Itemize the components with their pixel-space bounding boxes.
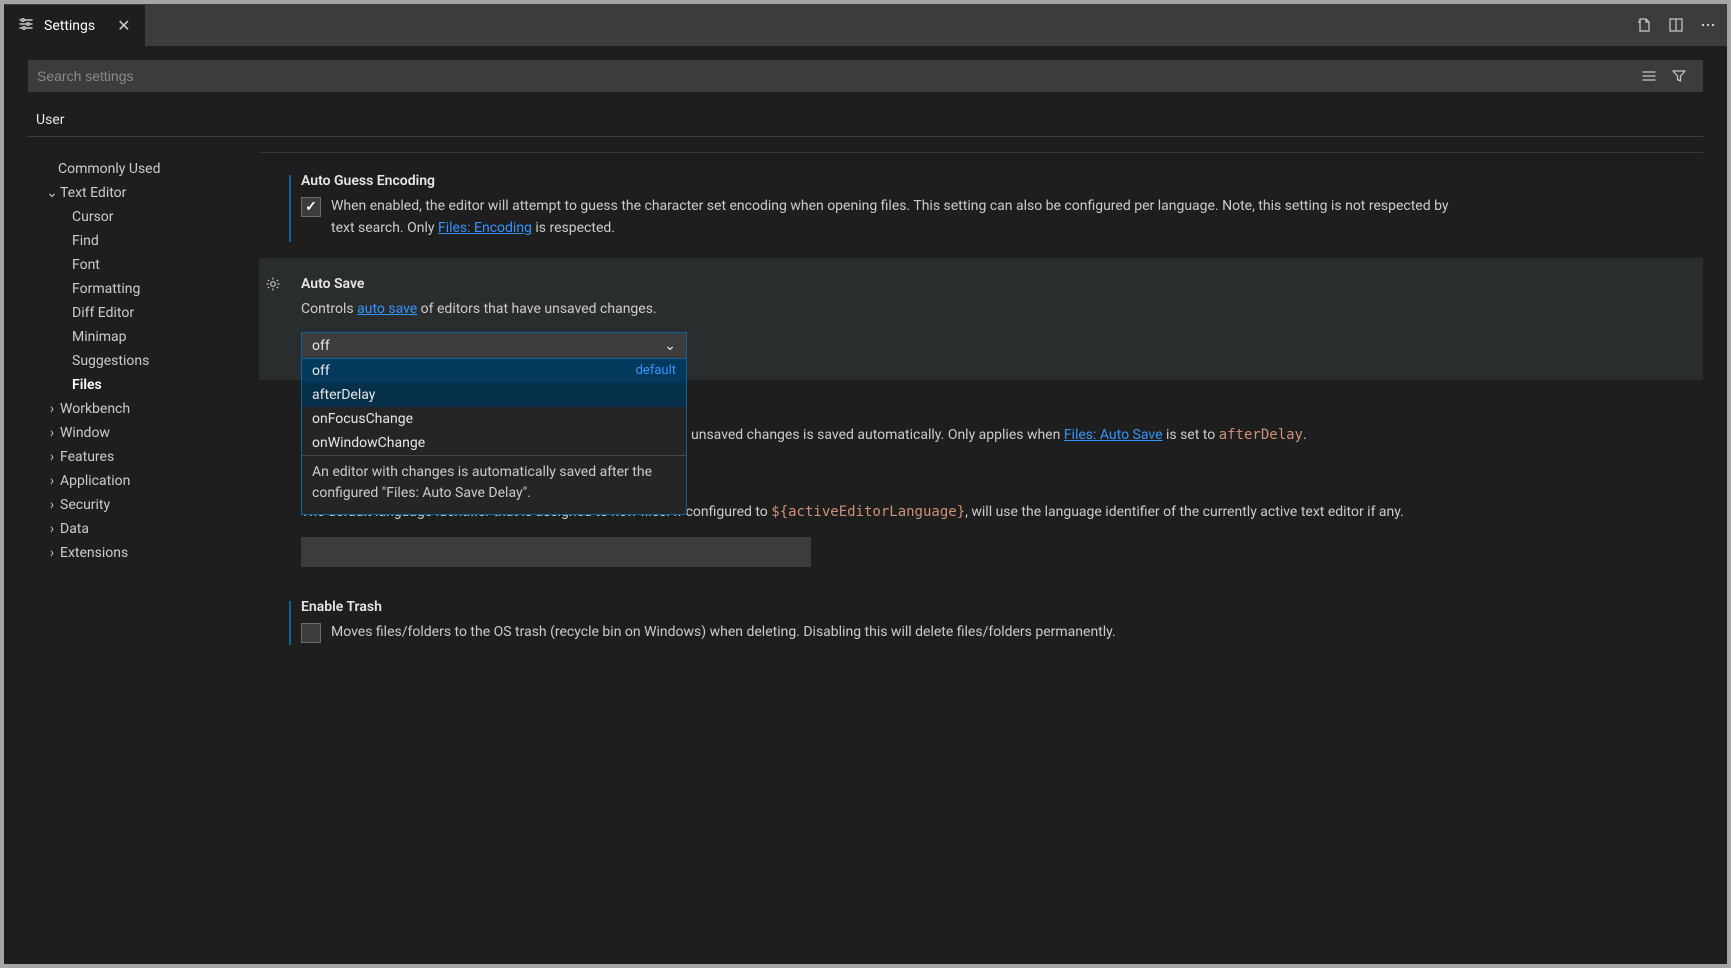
titlebar: Settings ✕ [4,4,1727,46]
sidebar-item-security[interactable]: ›Security [28,493,258,517]
setting-auto-save: Auto Save Controls auto save of editors … [259,258,1703,380]
chevron-right-icon: › [46,401,58,417]
default-tag: default [636,363,676,379]
auto-save-option-on-focus-change[interactable]: onFocusChange [302,407,686,431]
auto-save-select[interactable]: off ⌄ [301,332,687,360]
chevron-right-icon: › [46,545,58,561]
setting-title: Enable Trash [301,599,1675,615]
setting-title: Auto Guess Encoding [301,173,1675,189]
sidebar-item-files[interactable]: Files [28,373,258,397]
open-settings-json-button[interactable] [1633,14,1655,36]
search-settings-input[interactable] [37,68,1638,84]
chevron-down-icon: ⌄ [46,185,58,201]
close-tab-button[interactable]: ✕ [111,16,136,35]
auto-save-dropdown: off default afterDelay onFocusChange onW… [301,358,687,515]
sidebar-item-features[interactable]: ›Features [28,445,258,469]
files-auto-save-link[interactable]: Files: Auto Save [1064,427,1163,443]
setting-description: Controls auto save of editors that have … [301,298,1421,320]
sidebar-item-extensions[interactable]: ›Extensions [28,541,258,565]
sidebar-item-application[interactable]: ›Application [28,469,258,493]
sidebar-item-find[interactable]: Find [28,229,258,253]
more-actions-button[interactable] [1697,14,1719,36]
scope-tab-user[interactable]: User [34,106,66,137]
setting-title: Auto Save [301,276,1675,292]
settings-tab[interactable]: Settings ✕ [4,4,145,46]
settings-sidebar: Commonly Used ⌄Text Editor Cursor Find F… [28,151,258,964]
filter-settings-button[interactable] [1668,65,1690,87]
setting-enable-trash: Enable Trash Moves files/folders to the … [259,585,1703,661]
tab-title: Settings [44,18,101,34]
chevron-right-icon: › [46,497,58,513]
setting-auto-guess-encoding: Auto Guess Encoding When enabled, the ed… [259,159,1703,258]
chevron-right-icon: › [46,425,58,441]
clear-search-button[interactable] [1638,65,1660,87]
auto-save-option-description: An editor with changes is automatically … [302,456,686,514]
enable-trash-checkbox[interactable] [301,623,321,643]
search-settings-input-wrap [28,60,1703,92]
chevron-right-icon: › [46,449,58,465]
setting-description: Moves files/folders to the OS trash (rec… [331,621,1116,643]
auto-save-option-off[interactable]: off default [302,359,686,383]
sidebar-item-commonly-used[interactable]: Commonly Used [28,157,258,181]
chevron-right-icon: › [46,473,58,489]
sidebar-item-workbench[interactable]: ›Workbench [28,397,258,421]
sidebar-item-formatting[interactable]: Formatting [28,277,258,301]
auto-save-option-on-window-change[interactable]: onWindowChange [302,431,686,455]
auto-save-option-after-delay[interactable]: afterDelay [302,383,686,407]
settings-tab-icon [18,16,34,36]
files-encoding-link[interactable]: Files: Encoding [438,220,532,236]
sidebar-item-diff-editor[interactable]: Diff Editor [28,301,258,325]
chevron-right-icon: › [46,521,58,537]
sidebar-item-text-editor[interactable]: ⌄Text Editor [28,181,258,205]
auto-guess-encoding-checkbox[interactable] [301,197,321,217]
sidebar-item-data[interactable]: ›Data [28,517,258,541]
auto-save-link[interactable]: auto save [357,301,417,317]
sidebar-item-window[interactable]: ›Window [28,421,258,445]
split-editor-button[interactable] [1665,14,1687,36]
setting-description: When enabled, the editor will attempt to… [331,195,1451,240]
auto-save-select-value: off [312,338,330,354]
default-language-input[interactable] [301,537,811,567]
sidebar-item-font[interactable]: Font [28,253,258,277]
gear-icon[interactable] [265,276,281,296]
chevron-down-icon: ⌄ [664,338,676,354]
settings-panel: Auto Guess Encoding When enabled, the ed… [258,151,1703,964]
sidebar-item-suggestions[interactable]: Suggestions [28,349,258,373]
sidebar-item-cursor[interactable]: Cursor [28,205,258,229]
sidebar-item-minimap[interactable]: Minimap [28,325,258,349]
